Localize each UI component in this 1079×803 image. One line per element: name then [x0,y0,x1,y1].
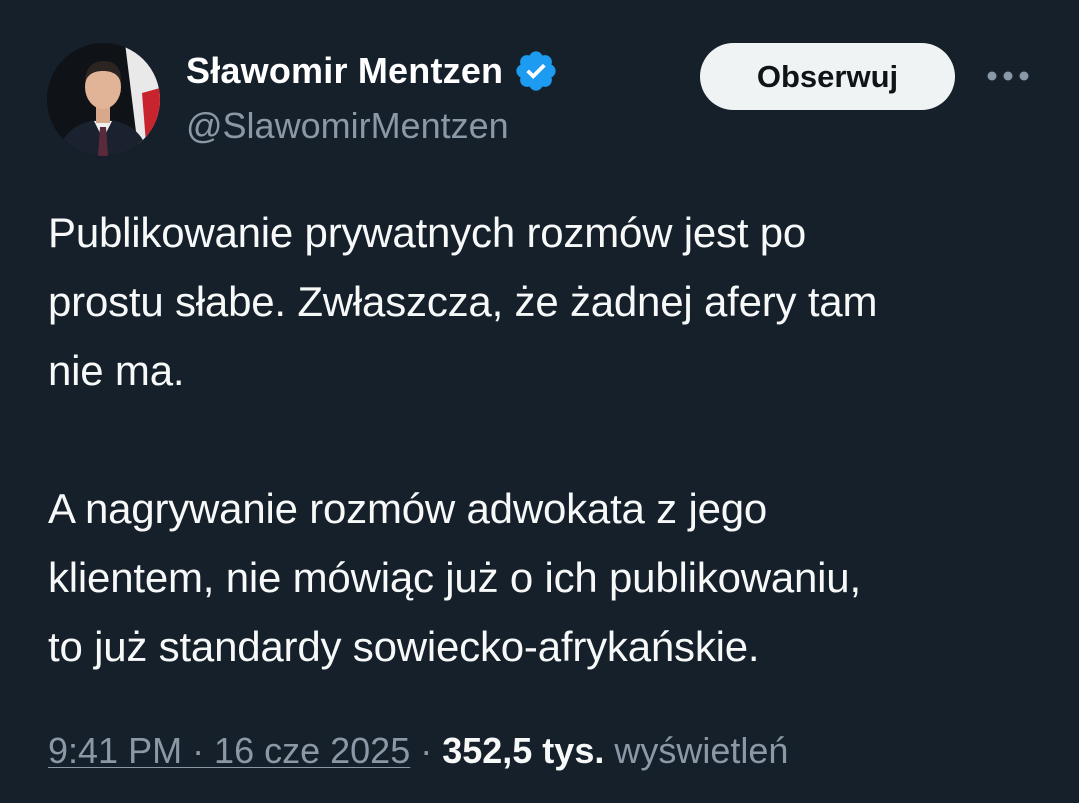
tweet-timestamp-link[interactable]: 9:41 PM · 16 cze 2025 [48,730,410,771]
avatar-image [47,43,160,156]
avatar[interactable] [47,43,160,156]
views-label: wyświetleń [614,730,789,771]
meta-separator: · [420,730,433,771]
follow-button[interactable]: Obserwuj [700,43,955,110]
author-handle[interactable]: @SlawomirMentzen [186,105,509,147]
tweet-text: Publikowanie prywatnych rozmów jest po p… [48,209,878,670]
views-count: 352,5 tys. [442,730,605,771]
author-display-name[interactable]: Sławomir Mentzen [186,50,503,92]
tweet-meta: 9:41 PM · 16 cze 2025 · 352,5 tys. wyświet… [48,730,788,772]
more-options-button[interactable] [980,58,1036,94]
ellipsis-icon [987,71,1029,81]
author-name-row: Sławomir Mentzen [186,48,559,94]
verified-badge-icon [516,51,556,91]
